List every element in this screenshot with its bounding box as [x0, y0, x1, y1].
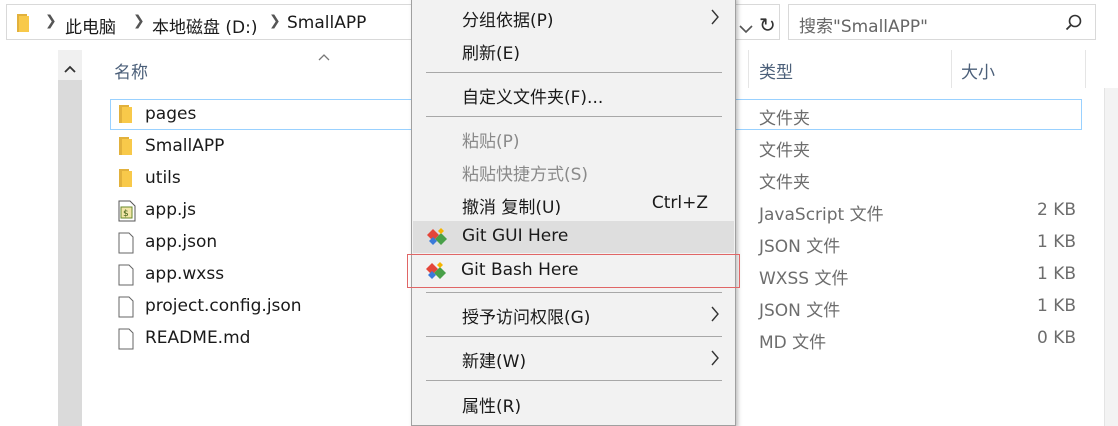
file-size: 1 KB [1036, 264, 1076, 284]
file-icon [118, 328, 134, 355]
menu-item-git-bash[interactable]: Git Bash Here [407, 254, 740, 288]
file-size: 1 KB [1036, 296, 1076, 316]
chevron-right-icon[interactable]: ❯ [45, 13, 57, 29]
chevron-right-icon[interactable]: ❯ [133, 13, 145, 29]
menu-item-label: 授予访问权限(G) [462, 308, 591, 328]
file-icon [118, 264, 134, 291]
search-icon[interactable] [1065, 14, 1083, 37]
menu-item-group-by[interactable]: 分组依据(P) [413, 1, 734, 33]
menu-item-shortcut: Ctrl+Z [651, 193, 708, 213]
file-name[interactable]: README.md [145, 328, 250, 348]
file-type: WXSS 文件 [759, 269, 849, 289]
file-name[interactable]: app.wxss [145, 264, 224, 284]
column-divider[interactable] [748, 50, 749, 88]
menu-item-grant-access[interactable]: 授予访问权限(G) [413, 298, 734, 330]
right-edge-panel [1104, 88, 1118, 426]
menu-item-label: 粘贴快捷方式(S) [462, 165, 589, 185]
menu-item-paste-shortcut: 粘贴快捷方式(S) [413, 155, 734, 187]
file-name[interactable]: project.config.json [145, 296, 302, 316]
chevron-down-icon[interactable] [739, 19, 753, 39]
menu-item-new[interactable]: 新建(W) [413, 342, 734, 374]
chevron-right-icon [710, 350, 720, 371]
chevron-right-icon [710, 306, 720, 327]
file-size: 0 KB [1036, 328, 1076, 348]
menu-item-undo-copy[interactable]: 撤消 复制(U) Ctrl+Z [413, 188, 734, 220]
file-type: MD 文件 [759, 333, 827, 353]
folder-icon [118, 136, 134, 161]
scrollbar-thumb[interactable] [58, 80, 82, 426]
menu-item-label: 属性(R) [462, 397, 522, 417]
menu-item-paste: 粘贴(P) [413, 122, 734, 154]
file-type: JSON 文件 [759, 237, 841, 257]
breadcrumb-local-disk[interactable]: 本地磁盘 (D:) [152, 13, 258, 38]
menu-item-properties[interactable]: 属性(R) [413, 387, 734, 419]
menu-item-label: 新建(W) [462, 352, 527, 372]
menu-item-label: 粘贴(P) [462, 132, 520, 152]
menu-separator [426, 380, 722, 381]
search-placeholder[interactable]: 搜索"SmallAPP" [799, 12, 928, 37]
search-box[interactable]: 搜索"SmallAPP" [788, 4, 1096, 40]
chevron-right-icon[interactable]: ❯ [269, 13, 281, 29]
menu-item-customize-folder[interactable]: 自定义文件夹(F)... [413, 78, 734, 110]
menu-item-git-gui[interactable]: Git GUI Here [413, 221, 734, 253]
menu-item-label: Git Bash Here [461, 260, 579, 280]
nav-scrollbar[interactable] [58, 50, 82, 426]
git-icon [425, 262, 447, 285]
file-name[interactable]: SmallAPP [145, 136, 224, 156]
menu-separator [426, 292, 722, 293]
file-type: JSON 文件 [759, 301, 841, 321]
file-size: 2 KB [1036, 200, 1076, 220]
file-type: 文件夹 [759, 173, 810, 193]
menu-separator [426, 116, 722, 117]
file-size: 1 KB [1036, 232, 1076, 252]
file-type: JavaScript 文件 [759, 205, 884, 225]
menu-item-label: 刷新(E) [462, 44, 521, 64]
folder-icon [118, 104, 134, 129]
refresh-icon[interactable]: ↻ [759, 13, 776, 37]
file-icon [118, 232, 134, 259]
file-name[interactable]: app.json [145, 232, 217, 252]
menu-item-label: 分组依据(P) [462, 11, 554, 31]
svg-text:$: $ [123, 209, 129, 219]
sort-ascending-icon [318, 46, 330, 66]
menu-item-label: 撤消 复制(U) [462, 198, 562, 218]
menu-item-label: Git GUI Here [462, 226, 569, 246]
column-header-name[interactable]: 名称 [114, 58, 148, 83]
file-icon [118, 296, 134, 323]
file-type: 文件夹 [759, 141, 810, 161]
folder-icon [15, 14, 31, 37]
scroll-up-icon[interactable] [64, 58, 76, 78]
column-header-type[interactable]: 类型 [759, 58, 793, 83]
file-name[interactable]: utils [145, 168, 181, 188]
column-divider[interactable] [951, 50, 952, 88]
column-divider[interactable] [1085, 50, 1086, 88]
breadcrumb-this-pc[interactable]: 此电脑 [65, 13, 116, 38]
menu-item-label: 自定义文件夹(F)... [462, 88, 604, 108]
file-type: 文件夹 [759, 109, 810, 129]
breadcrumb-smallapp[interactable]: SmallAPP [287, 13, 366, 33]
folder-icon [118, 168, 134, 193]
file-name[interactable]: app.js [145, 200, 196, 220]
menu-separator [426, 72, 722, 73]
chevron-right-icon [710, 9, 720, 30]
context-menu: 分组依据(P) 刷新(E) 自定义文件夹(F)... 粘贴(P) 粘贴快捷方式(… [407, 0, 740, 426]
file-name[interactable]: pages [145, 104, 196, 124]
js-file-icon: $ [118, 200, 136, 227]
menu-item-refresh[interactable]: 刷新(E) [413, 34, 734, 66]
git-icon [426, 228, 448, 251]
column-header-size[interactable]: 大小 [961, 58, 995, 83]
menu-separator [426, 336, 722, 337]
